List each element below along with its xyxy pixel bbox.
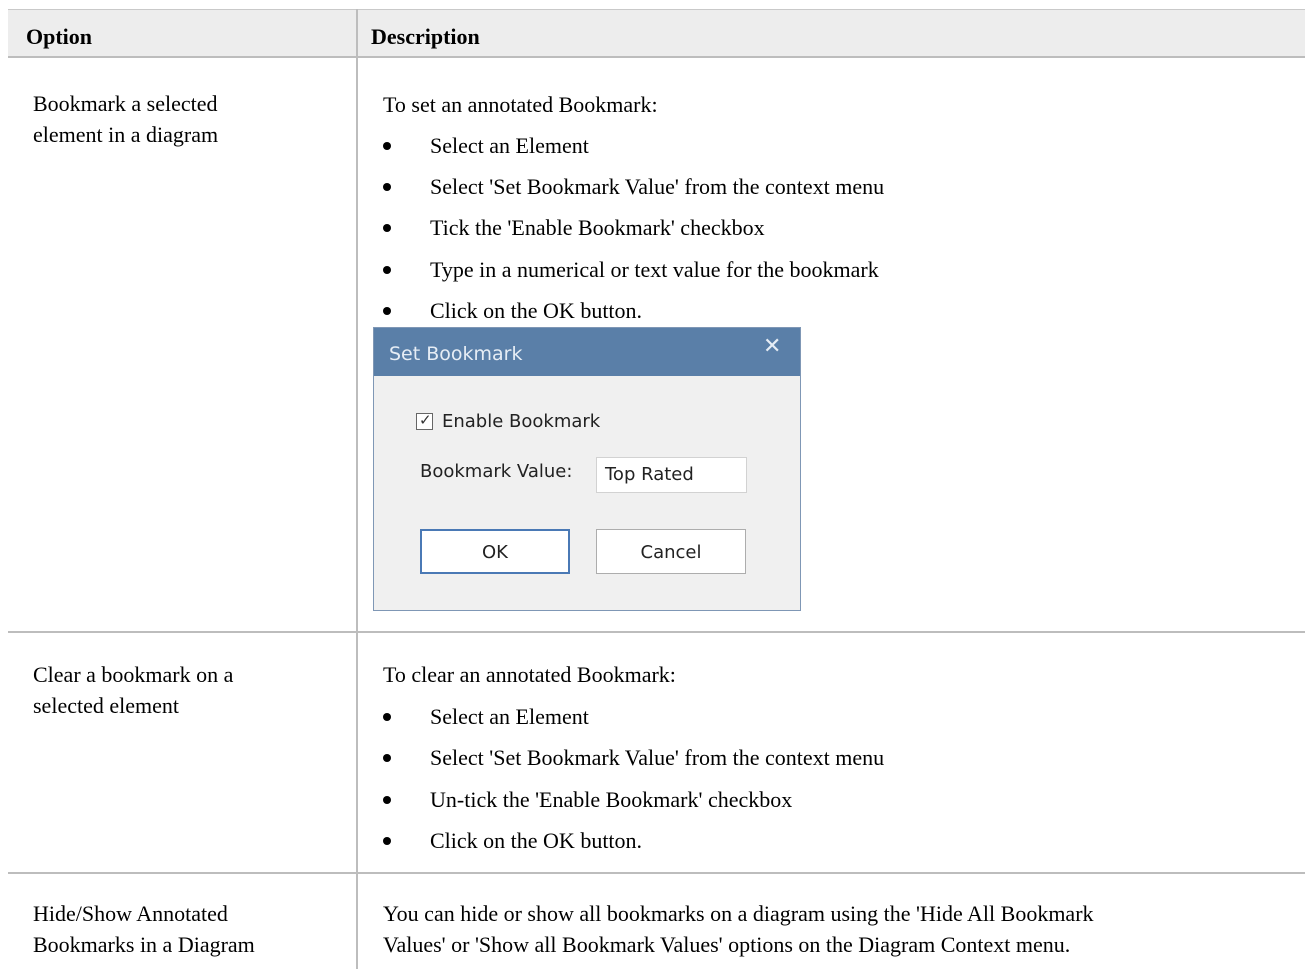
description-intro: To clear an annotated Bookmark: xyxy=(383,662,676,687)
ok-button[interactable]: OK xyxy=(420,529,570,574)
enable-bookmark-checkbox[interactable]: ✓ xyxy=(416,411,433,430)
set-bookmark-dialog: Set Bookmark ✕ ✓ Enable Bookmark Bookmar… xyxy=(373,327,801,611)
checkmark-icon: ✓ xyxy=(419,411,432,429)
option-line: Hide/Show Annotated xyxy=(33,901,228,926)
dialog-title-bar: Set Bookmark ✕ xyxy=(374,328,800,376)
option-line: Clear a bookmark on a xyxy=(33,662,234,687)
cancel-label: Cancel xyxy=(640,542,702,563)
bookmark-value-text: Top Rated xyxy=(605,464,694,485)
header-description: Description xyxy=(371,24,480,49)
option-line: Bookmark a selected xyxy=(33,91,218,116)
row-divider xyxy=(8,631,1305,633)
option-line: element in a diagram xyxy=(33,122,219,147)
description-line: Values' or 'Show all Bookmark Values' op… xyxy=(383,932,1071,957)
bookmark-value-label: Bookmark Value: xyxy=(420,461,573,482)
option-cell: Clear a bookmark on a selected element xyxy=(33,659,233,721)
column-divider xyxy=(356,9,358,969)
cancel-button[interactable]: Cancel xyxy=(596,529,746,574)
table-header: Option Description xyxy=(8,9,1305,58)
dialog-title: Set Bookmark xyxy=(389,343,523,365)
option-cell: Hide/Show Annotated Bookmarks in a Diagr… xyxy=(33,898,255,960)
close-icon[interactable]: ✕ xyxy=(763,334,781,359)
option-line: Bookmarks in a Diagram xyxy=(33,932,255,957)
option-cell: Bookmark a selected element in a diagram xyxy=(33,88,218,150)
ok-label: OK xyxy=(482,542,508,563)
description-text: You can hide or show all bookmarks on a … xyxy=(383,898,1094,960)
bookmark-value-input[interactable]: Top Rated xyxy=(596,457,747,493)
description-line: You can hide or show all bookmarks on a … xyxy=(383,901,1094,926)
option-line: selected element xyxy=(33,693,179,718)
row-divider xyxy=(8,872,1305,874)
description-intro: To set an annotated Bookmark: xyxy=(383,92,658,117)
enable-bookmark-label: Enable Bookmark xyxy=(442,411,601,432)
header-option: Option xyxy=(26,24,93,49)
